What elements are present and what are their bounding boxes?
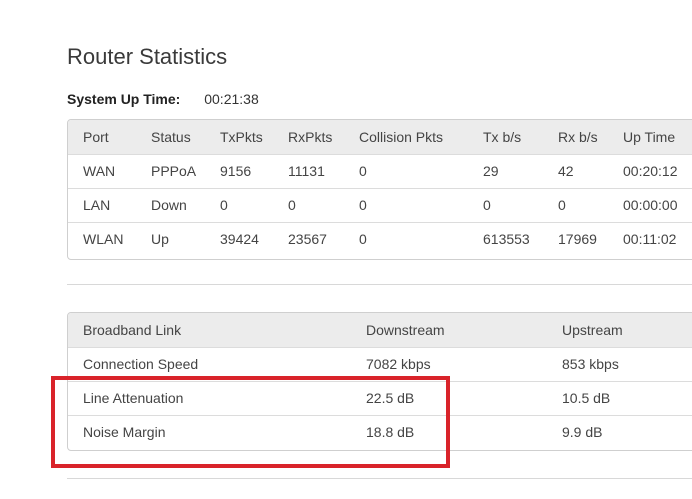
table-cell: LAN	[83, 197, 111, 213]
port-statistics-table: Port Status TxPkts RxPkts Collision Pkts…	[67, 119, 692, 260]
table-row: Line Attenuation 22.5 dB 10.5 dB	[68, 381, 692, 415]
table-cell: 0	[359, 231, 367, 248]
table-cell: 22.5 dB	[366, 390, 415, 406]
column-header-upstream: Upstream	[562, 321, 623, 338]
table-header-row: Port Status TxPkts RxPkts Collision Pkts…	[68, 120, 692, 154]
page-title: Router Statistics	[67, 44, 228, 69]
table-cell: 00:11:02	[623, 231, 677, 248]
column-header-downstream: Downstream	[366, 321, 445, 338]
uptime-value: 00:21:38	[204, 91, 259, 107]
table-cell: 0	[288, 197, 296, 213]
table-cell: 9156	[220, 163, 252, 179]
table-cell: 29	[483, 163, 499, 179]
table-cell: Noise Margin	[83, 424, 166, 441]
table-row: WLAN Up 39424 23567 0 613553 17969 00:11…	[68, 222, 692, 256]
table-cell: PPPoA	[151, 163, 197, 179]
table-cell: 0	[359, 163, 367, 179]
table-row: WAN PPPoA 9156 11131 0 29 42 00:20:12	[68, 154, 692, 188]
table-cell: 0	[558, 197, 566, 213]
table-cell: 42	[558, 163, 574, 179]
column-header-txpkts: TxPkts	[220, 128, 263, 145]
table-cell: 10.5 dB	[562, 390, 611, 406]
table-cell: Up	[151, 231, 169, 248]
table-row: Connection Speed 7082 kbps 853 kbps	[68, 347, 692, 381]
system-uptime: System Up Time: 00:21:38	[67, 91, 259, 107]
section-divider	[67, 284, 692, 285]
column-header-broadband-link: Broadband Link	[83, 321, 182, 338]
table-cell: 18.8 dB	[366, 424, 415, 441]
table-cell: Down	[151, 197, 187, 213]
broadband-link-table: Broadband Link Downstream Upstream Conne…	[67, 312, 692, 451]
table-cell: 00:20:12	[623, 163, 678, 179]
table-cell: 17969	[558, 231, 597, 248]
table-cell: Line Attenuation	[83, 390, 184, 406]
table-cell: 0	[483, 197, 491, 213]
column-header-rx-bps: Rx b/s	[558, 128, 598, 145]
table-cell: 9.9 dB	[562, 424, 603, 441]
column-header-up-time: Up Time	[623, 128, 676, 145]
table-cell: Connection Speed	[83, 356, 199, 372]
table-cell: 7082 kbps	[366, 356, 431, 372]
table-cell: 39424	[220, 231, 259, 248]
table-cell: 613553	[483, 231, 530, 248]
table-row: LAN Down 0 0 0 0 0 00:00:00	[68, 188, 692, 222]
table-cell: 0	[359, 197, 367, 213]
table-cell: WLAN	[83, 231, 124, 248]
table-cell: WAN	[83, 163, 116, 179]
column-header-tx-bps: Tx b/s	[483, 128, 522, 145]
table-row: Noise Margin 18.8 dB 9.9 dB	[68, 415, 692, 449]
column-header-status: Status	[151, 128, 191, 145]
table-cell: 853 kbps	[562, 356, 619, 372]
column-header-port: Port	[83, 128, 109, 145]
table-header-row: Broadband Link Downstream Upstream	[68, 313, 692, 347]
table-cell: 00:00:00	[623, 197, 678, 213]
column-header-rxpkts: RxPkts	[288, 128, 333, 145]
table-cell: 23567	[288, 231, 327, 248]
uptime-label: System Up Time:	[67, 91, 181, 107]
column-header-collision-pkts: Collision Pkts	[359, 128, 444, 145]
table-cell: 0	[220, 197, 228, 213]
table-cell: 11131	[288, 163, 325, 179]
section-divider	[67, 478, 692, 479]
